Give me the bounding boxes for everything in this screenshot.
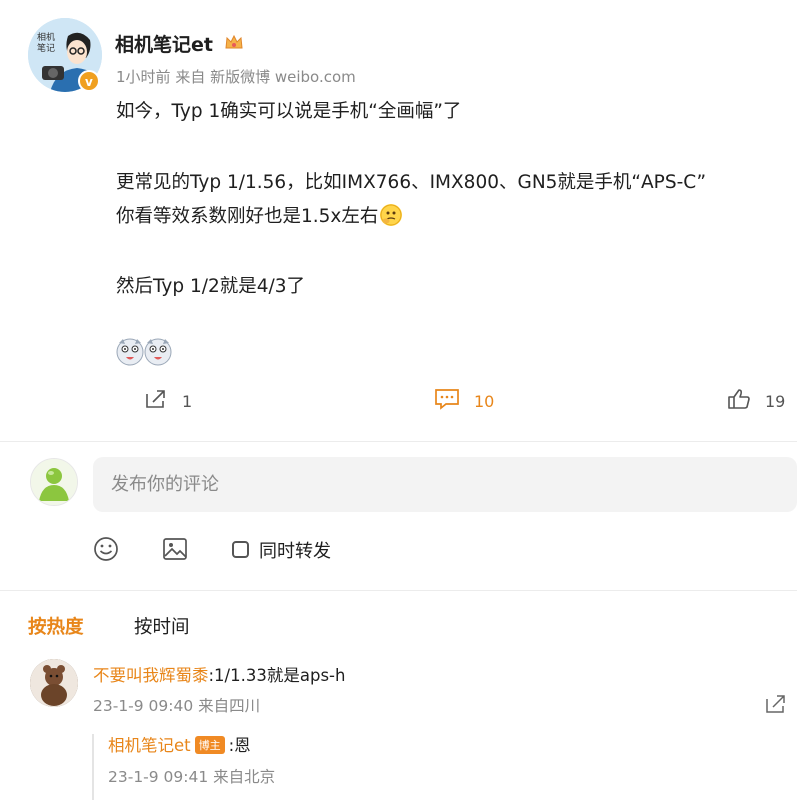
reply-indent-bar [92,734,94,800]
repost-count: 1 [182,391,193,411]
reply-meta: 23-1-9 09:41 来自北京 [108,768,276,786]
thumbs-up-icon [727,388,751,414]
post-line-3: 你看等效系数刚好也是1.5x左右 [116,206,379,227]
svg-text:相机: 相机 [37,31,55,43]
author-badge: 博主 [194,736,225,754]
comment-share-button[interactable] [765,694,787,718]
doge-sticker-icon [115,337,145,367]
my-avatar [30,458,78,506]
comment-line: 不要叫我辉蜀黍:1/1.33就是aps-h [93,662,345,686]
post-line-3-wrap: 你看等效系数刚好也是1.5x左右 [116,202,403,228]
doge-sticker-icon [143,337,173,367]
repost-checkbox[interactable] [232,541,249,558]
verified-badge-icon: v [78,70,100,92]
svg-text:笔记: 笔记 [37,42,55,54]
comment-count: 10 [474,391,495,411]
share-icon [765,695,787,718]
comment-button[interactable]: 10 [434,388,494,414]
svg-text:v: v [85,75,93,89]
reply-line: 相机笔记et 博主:恩 [108,732,251,756]
post-line-2: 更常见的Typ 1/1.56，比如IMX766、IMX800、GN5就是手机“A… [116,172,707,193]
repost-checkbox-label[interactable]: 同时转发 [259,537,331,563]
commenter-avatar[interactable] [30,659,78,707]
tab-sort-time[interactable]: 按时间 [134,613,190,639]
comment-input[interactable] [93,457,797,512]
image-icon [162,538,188,566]
post-meta: 1小时前 来自 新版微博 weibo.com [116,66,356,87]
divider [0,590,797,591]
divider [0,441,797,442]
share-icon [144,388,168,414]
like-button[interactable]: 19 [727,388,785,414]
reply-author-name[interactable]: 相机笔记et [108,736,191,755]
post-source: 来自 新版微博 weibo.com [175,68,356,86]
comment-icon [434,388,460,414]
reply-text: :恩 [228,736,251,755]
repost-button[interactable]: 1 [144,388,192,414]
thinking-emoji-icon [380,204,403,226]
comment-text: :1/1.33就是aps-h [208,666,346,685]
commenter-name[interactable]: 不要叫我辉蜀黍 [93,666,209,685]
tab-sort-hot[interactable]: 按热度 [28,613,84,639]
emoji-button[interactable] [93,536,119,566]
image-button[interactable] [162,536,188,566]
like-count: 19 [765,391,786,411]
post-line-1: 如今，Typ 1确实可以说是手机“全画幅”了 [116,101,462,122]
smiley-icon [93,537,119,566]
post-time: 1小时前 [116,68,171,86]
crown-icon [224,33,244,53]
comment-meta: 23-1-9 09:40 来自四川 [93,697,261,715]
author-name[interactable]: 相机笔记et [115,30,213,57]
post-line-4: 然后Typ 1/2就是4/3了 [116,276,306,297]
